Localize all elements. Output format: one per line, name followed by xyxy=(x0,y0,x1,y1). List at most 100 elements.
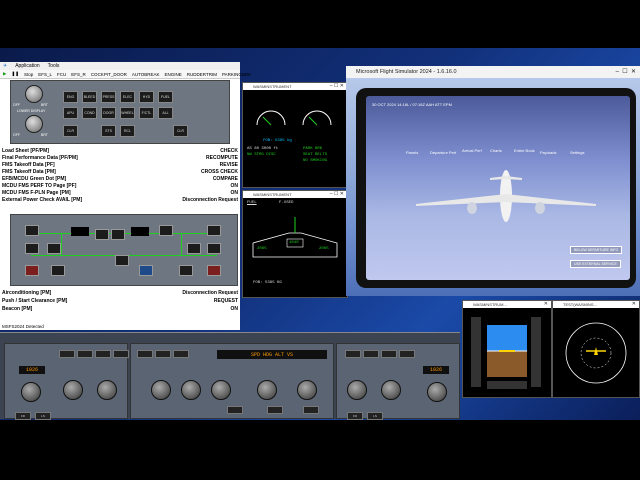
elec-gen1-button[interactable] xyxy=(25,265,39,276)
elec-button[interactable] xyxy=(159,225,173,236)
ecam-fuel-button[interactable]: FUEL xyxy=(158,91,173,103)
fcu-athr-button[interactable] xyxy=(267,406,283,414)
toolbar-parkingbrk[interactable]: PARKINGBRK xyxy=(222,72,251,77)
efb-screen[interactable]: 30 OCT 2024 14:16L / 07:16Z AAH ATT EPM … xyxy=(366,96,630,280)
window-controls[interactable]: ✕ xyxy=(632,301,636,307)
fcu-speed-knob[interactable] xyxy=(151,380,171,400)
toolbar-efs-l[interactable]: EFS_L xyxy=(38,72,52,77)
baro-knob-left[interactable] xyxy=(21,382,41,402)
checklist-row[interactable]: External Power Check AVAIL [PM] Disconnec… xyxy=(2,197,238,203)
checklist-row[interactable]: FMS Takeoff Data [PM] CROSS CHECK xyxy=(2,169,238,175)
elec-button[interactable] xyxy=(187,243,201,254)
ecam-door-button[interactable]: DOOR xyxy=(101,107,116,119)
fcu-exped-button[interactable] xyxy=(303,406,319,414)
toolbar-efs-r[interactable]: EFS_R xyxy=(71,72,86,77)
efis-button[interactable] xyxy=(113,350,129,358)
efb-tab[interactable]: Payloads xyxy=(540,150,556,155)
ecam-elec-button[interactable]: ELEC xyxy=(120,91,135,103)
nd-range-knob-left[interactable] xyxy=(97,380,117,400)
efb-external-service-button[interactable]: USE EXTERNAL SERVICE xyxy=(570,260,621,268)
efb-tab[interactable]: Departure Perf xyxy=(430,150,456,155)
ecam-hyd-button[interactable]: HYD xyxy=(139,91,154,103)
checklist-row[interactable]: Airconditioning [PM] Disconnection Reques… xyxy=(2,290,238,296)
baro-knob-right[interactable] xyxy=(427,382,447,402)
ecam-clr-right-button[interactable]: CLR xyxy=(173,125,188,137)
efis-fd-left-button[interactable]: FD xyxy=(15,412,31,420)
toolbar-cockpit-door[interactable]: COCKPIT_DOOR xyxy=(91,72,127,77)
ecam-press-button[interactable]: PRESS xyxy=(101,91,116,103)
elec-button[interactable] xyxy=(179,265,193,276)
efis-button[interactable] xyxy=(59,350,75,358)
checklist-row[interactable]: Beacon [PM] ON xyxy=(2,306,238,312)
ecam-cond-button[interactable]: COND xyxy=(82,107,97,119)
ecam-sts-button[interactable]: STS xyxy=(101,125,116,137)
elec-button[interactable] xyxy=(25,243,39,254)
ecam-rcl-button[interactable]: RCL xyxy=(120,125,135,137)
efis-button[interactable] xyxy=(399,350,415,358)
window-controls[interactable]: ✕ xyxy=(544,301,548,307)
efis-button[interactable] xyxy=(381,350,397,358)
fcu-vs-knob[interactable] xyxy=(297,380,317,400)
toolbar-autobreak[interactable]: AUTOBREAK xyxy=(132,72,160,77)
efis-button[interactable] xyxy=(95,350,111,358)
nd-mode-knob-right[interactable] xyxy=(347,380,367,400)
fcu-altitude-knob[interactable] xyxy=(257,380,277,400)
nd-titlebar[interactable]: TEST(WASMINS... ✕ xyxy=(553,301,639,308)
ecam-fctl-button[interactable]: F/CTL xyxy=(139,107,154,119)
elec-gen2-button[interactable] xyxy=(207,265,221,276)
efb-tab[interactable]: Charts xyxy=(490,148,502,153)
ecam-apu-button[interactable]: APU xyxy=(63,107,78,119)
fcu-button[interactable] xyxy=(155,350,171,358)
elec-ext-pwr-button[interactable] xyxy=(139,265,153,276)
fcu-ap1-button[interactable] xyxy=(227,406,243,414)
efis-button[interactable] xyxy=(363,350,379,358)
efb-departure-info-button[interactable]: BELOW DEPARTURE INFO xyxy=(570,246,623,254)
lower-ecam-titlebar[interactable]: WASMINSTRUMENT – ☐ ✕ xyxy=(243,191,347,198)
window-controls[interactable]: – ☐ ✕ xyxy=(330,83,344,89)
ecam-bleed-button[interactable]: BLEED xyxy=(82,91,97,103)
ecam-all-button[interactable]: ALL xyxy=(158,107,173,119)
lower-display-knob[interactable] xyxy=(25,115,43,133)
upper-display-knob[interactable] xyxy=(25,85,43,103)
efb-tab[interactable]: Arrival Perf xyxy=(462,148,482,153)
efb-tab[interactable]: Settings xyxy=(570,150,584,155)
fcu-heading-knob[interactable] xyxy=(181,380,201,400)
window-controls[interactable]: – ☐ ✕ xyxy=(330,191,344,197)
fcu-button[interactable] xyxy=(173,350,189,358)
play-icon[interactable]: ▶ xyxy=(3,71,6,77)
nd-mode-knob-left[interactable] xyxy=(63,380,83,400)
toolbar-ruddertrim[interactable]: RUDDERTRIM xyxy=(187,72,217,77)
elec-button[interactable] xyxy=(51,265,65,276)
elec-button[interactable] xyxy=(111,229,125,240)
nd-range-knob-right[interactable] xyxy=(381,380,401,400)
simulator-titlebar[interactable]: Microsoft Flight Simulator 2024 - 1.6.16… xyxy=(346,66,640,78)
elec-button[interactable] xyxy=(207,243,221,254)
pause-icon[interactable]: ❚❚ xyxy=(11,71,19,77)
menu-application[interactable]: Application xyxy=(15,63,39,69)
stop-button[interactable]: Stop xyxy=(24,72,33,77)
ecam-clr-left-button[interactable]: CLR xyxy=(63,125,78,137)
menu-tools[interactable]: Tools xyxy=(48,63,60,69)
checklist-row[interactable]: Load Sheet [PF/PM] CHECK xyxy=(2,148,238,154)
ecam-wheel-button[interactable]: WHEEL xyxy=(120,107,135,119)
efis-button[interactable] xyxy=(77,350,93,358)
elec-bat2-button[interactable] xyxy=(207,225,221,236)
checklist-row[interactable]: EFB/MCDU Green Dot [PM] COMPARE xyxy=(2,176,238,182)
efb-tab[interactable]: Entire Book xyxy=(514,148,535,153)
ecam-eng-button[interactable]: ENG xyxy=(63,91,78,103)
elec-button[interactable] xyxy=(47,243,61,254)
toolbar-engine[interactable]: ENGINE xyxy=(165,72,182,77)
checklist-row[interactable]: MCDU FMS F-PLN Page [PM] ON xyxy=(2,190,238,196)
elec-bat1-button[interactable] xyxy=(25,225,39,236)
upper-ecam-titlebar[interactable]: WASMINSTRUMENT – ☐ ✕ xyxy=(243,83,347,90)
checklist-row[interactable]: MCDU FMS PERF TO Page [PF] ON xyxy=(2,183,238,189)
efis-ls-left-button[interactable]: LS xyxy=(35,412,51,420)
checklist-row[interactable]: Push / Start Clearance [PM] REQUEST xyxy=(2,298,238,304)
checklist-row[interactable]: Final Performance Data [PF/PM] RECOMPUTE xyxy=(2,155,238,161)
efb-tab[interactable]: Panels xyxy=(406,150,418,155)
efis-ls-right-button[interactable]: LS xyxy=(367,412,383,420)
toolbar-fcu[interactable]: FCU xyxy=(57,72,66,77)
elec-button[interactable] xyxy=(115,255,129,266)
pfd-titlebar[interactable]: WASMINSTRUM... ✕ xyxy=(463,301,551,308)
fcu-button[interactable] xyxy=(137,350,153,358)
